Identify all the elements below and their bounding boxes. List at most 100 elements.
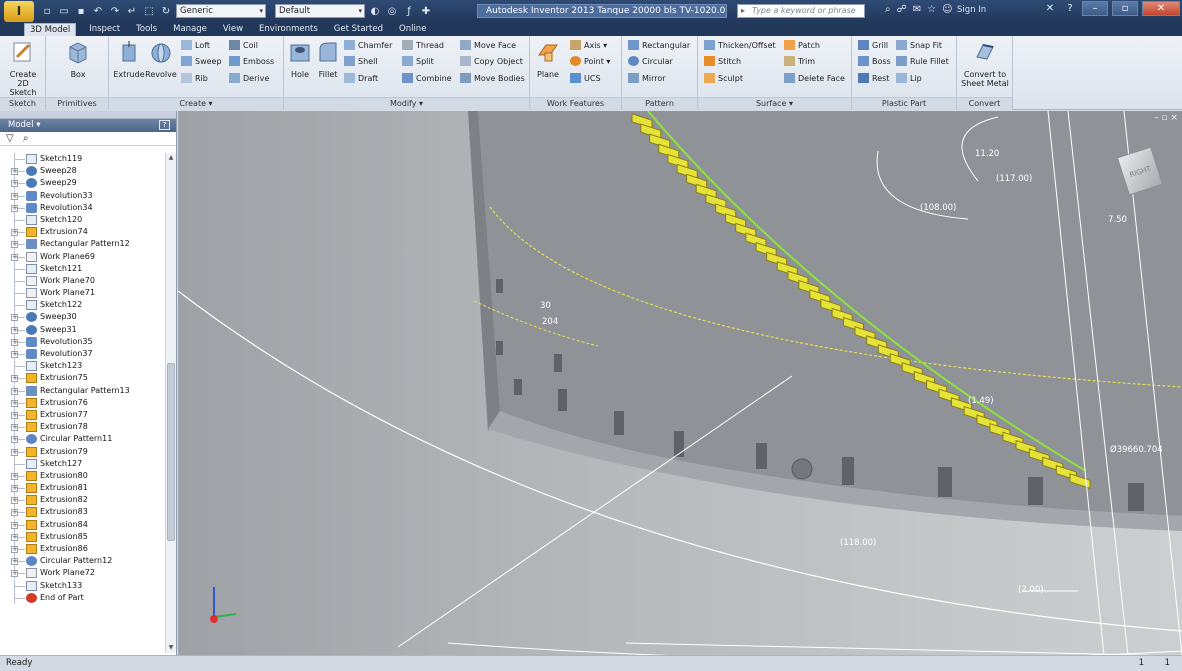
thicken-offset-button[interactable]: Thicken/Offset bbox=[704, 39, 776, 52]
maximize-button[interactable]: ▫ bbox=[1112, 1, 1138, 16]
graphics-viewport[interactable]: RIGHT – ▫ × 11.20 (117.00) (108.00) 7.50… bbox=[178, 111, 1182, 655]
extrude-button[interactable]: Extrude bbox=[113, 39, 145, 79]
coil-button[interactable]: Coil bbox=[229, 39, 258, 52]
filter-icon[interactable]: ▽ bbox=[6, 133, 14, 144]
tree-item[interactable]: + Extrusion85 bbox=[0, 530, 165, 543]
sculpt-button[interactable]: Sculpt bbox=[704, 72, 743, 85]
tab-view[interactable]: View bbox=[220, 23, 246, 36]
tree-item[interactable]: + Extrusion76 bbox=[0, 396, 165, 409]
application-menu-button[interactable]: I bbox=[4, 1, 34, 22]
tree-item[interactable]: + Extrusion81 bbox=[0, 482, 165, 495]
favorites-icon[interactable]: ☆ bbox=[927, 4, 936, 15]
shell-button[interactable]: Shell bbox=[344, 55, 378, 68]
tree-item[interactable]: + Work Plane69 bbox=[0, 250, 165, 263]
scroll-thumb[interactable] bbox=[167, 363, 175, 541]
subscription-icon[interactable]: ☍ bbox=[897, 4, 907, 15]
modify-panel-title[interactable]: Modify ▾ bbox=[284, 97, 529, 110]
dim-11-20[interactable]: 11.20 bbox=[975, 149, 999, 159]
rule-fillet-button[interactable]: Rule Fillet bbox=[896, 55, 949, 68]
expand-icon[interactable]: + bbox=[11, 375, 18, 383]
browser-grip[interactable] bbox=[0, 111, 176, 119]
expand-icon[interactable]: + bbox=[11, 472, 18, 480]
tree-item[interactable]: + Sweep29 bbox=[0, 177, 165, 190]
emboss-button[interactable]: Emboss bbox=[229, 55, 274, 68]
expand-icon[interactable]: + bbox=[11, 558, 18, 566]
tree-item[interactable]: + Extrusion80 bbox=[0, 469, 165, 482]
revolve-button[interactable]: Revolve bbox=[145, 39, 177, 79]
boss-button[interactable]: Boss bbox=[858, 55, 891, 68]
return-icon[interactable]: ↵ bbox=[125, 5, 139, 18]
thread-button[interactable]: Thread bbox=[402, 39, 444, 52]
tree-item[interactable]: + Revolution35 bbox=[0, 335, 165, 348]
save-icon[interactable]: ▪ bbox=[74, 5, 88, 18]
move-bodies-button[interactable]: Move Bodies bbox=[460, 72, 525, 85]
expand-icon[interactable]: + bbox=[11, 546, 18, 553]
chamfer-button[interactable]: Chamfer bbox=[344, 39, 392, 52]
expand-icon[interactable]: + bbox=[11, 533, 18, 541]
rectangular-pattern-button[interactable]: Rectangular bbox=[628, 39, 690, 52]
create-panel-title[interactable]: Create ▾ bbox=[109, 97, 283, 110]
dim-117[interactable]: (117.00) bbox=[996, 174, 1032, 184]
user-icon[interactable]: ☺ bbox=[942, 4, 952, 15]
scroll-down-icon[interactable]: ▼ bbox=[166, 643, 176, 653]
box-button[interactable]: Box bbox=[62, 39, 94, 79]
expand-icon[interactable]: + bbox=[11, 229, 18, 237]
browser-help-icon[interactable]: ? bbox=[159, 120, 170, 130]
new-icon[interactable]: ▫ bbox=[40, 5, 54, 18]
tree-item[interactable]: + Sweep31 bbox=[0, 323, 165, 336]
sign-in-link[interactable]: Sign In bbox=[957, 5, 986, 15]
exchange-icon[interactable]: ✕ bbox=[1042, 3, 1058, 14]
expand-icon[interactable]: + bbox=[11, 180, 18, 188]
tab-manage[interactable]: Manage bbox=[170, 23, 210, 36]
create-2d-sketch-button[interactable]: Create 2D Sketch bbox=[4, 39, 42, 97]
expand-icon[interactable]: + bbox=[11, 204, 18, 212]
dim-204[interactable]: 204 bbox=[542, 317, 558, 327]
communication-icon[interactable]: ✉ bbox=[913, 4, 921, 15]
tree-item[interactable]: Sketch122 bbox=[0, 299, 165, 312]
tree-item[interactable]: + Circular Pattern12 bbox=[0, 555, 165, 568]
lip-button[interactable]: Lip bbox=[896, 72, 922, 85]
expand-icon[interactable]: + bbox=[11, 192, 18, 200]
tab-online[interactable]: Online bbox=[396, 23, 429, 36]
expand-icon[interactable]: + bbox=[11, 436, 18, 444]
convert-to-sheet-metal-button[interactable]: Convert to Sheet Metal bbox=[959, 39, 1011, 88]
redo-icon[interactable]: ↷ bbox=[108, 5, 122, 18]
tree-item[interactable]: Work Plane71 bbox=[0, 287, 165, 300]
tree-item[interactable]: + Extrusion86 bbox=[0, 543, 165, 555]
tree-item[interactable]: + Extrusion83 bbox=[0, 506, 165, 519]
plane-button[interactable]: Plane bbox=[534, 39, 562, 79]
tree-item[interactable]: + Rectangular Pattern13 bbox=[0, 384, 165, 397]
appearance-select[interactable]: Default ▾ bbox=[275, 4, 365, 18]
dim-118[interactable]: (118.00) bbox=[840, 538, 876, 548]
expand-icon[interactable]: + bbox=[11, 351, 18, 358]
tree-item[interactable]: + Extrusion78 bbox=[0, 421, 165, 434]
expand-icon[interactable]: + bbox=[11, 521, 18, 529]
tree-item[interactable]: End of Part bbox=[0, 591, 165, 604]
ucs-button[interactable]: UCS bbox=[570, 72, 601, 85]
tree-item[interactable]: Sketch120 bbox=[0, 213, 165, 226]
tree-item[interactable]: + Work Plane72 bbox=[0, 567, 165, 580]
tab-get-started[interactable]: Get Started bbox=[331, 23, 386, 36]
update-icon[interactable]: ↻ bbox=[159, 5, 173, 18]
rib-button[interactable]: Rib bbox=[181, 72, 208, 85]
tree-item[interactable]: + Circular Pattern11 bbox=[0, 433, 165, 446]
binoculars-icon[interactable]: ⌕ bbox=[885, 4, 891, 15]
expand-icon[interactable]: + bbox=[11, 411, 18, 419]
tree-item[interactable]: + Revolution37 bbox=[0, 348, 165, 360]
grill-button[interactable]: Grill bbox=[858, 39, 888, 52]
tree-item[interactable]: Sketch121 bbox=[0, 262, 165, 275]
expand-icon[interactable]: + bbox=[11, 509, 18, 517]
tree-item[interactable]: + Sweep30 bbox=[0, 311, 165, 324]
dim-diameter[interactable]: Ø39660.704 bbox=[1110, 445, 1163, 455]
stitch-button[interactable]: Stitch bbox=[704, 55, 741, 68]
tree-item[interactable]: + Revolution34 bbox=[0, 201, 165, 214]
delete-face-button[interactable]: Delete Face bbox=[784, 72, 845, 85]
dim-7-50[interactable]: 7.50 bbox=[1108, 215, 1127, 225]
split-button[interactable]: Split bbox=[402, 55, 434, 68]
expand-icon[interactable]: + bbox=[11, 338, 18, 346]
viewport-controls[interactable]: – ▫ × bbox=[1154, 113, 1178, 123]
expand-icon[interactable]: + bbox=[11, 424, 18, 432]
derive-button[interactable]: Derive bbox=[229, 72, 269, 85]
expand-icon[interactable]: + bbox=[11, 241, 18, 249]
ipropertie-icon[interactable]: ✚ bbox=[419, 5, 433, 18]
